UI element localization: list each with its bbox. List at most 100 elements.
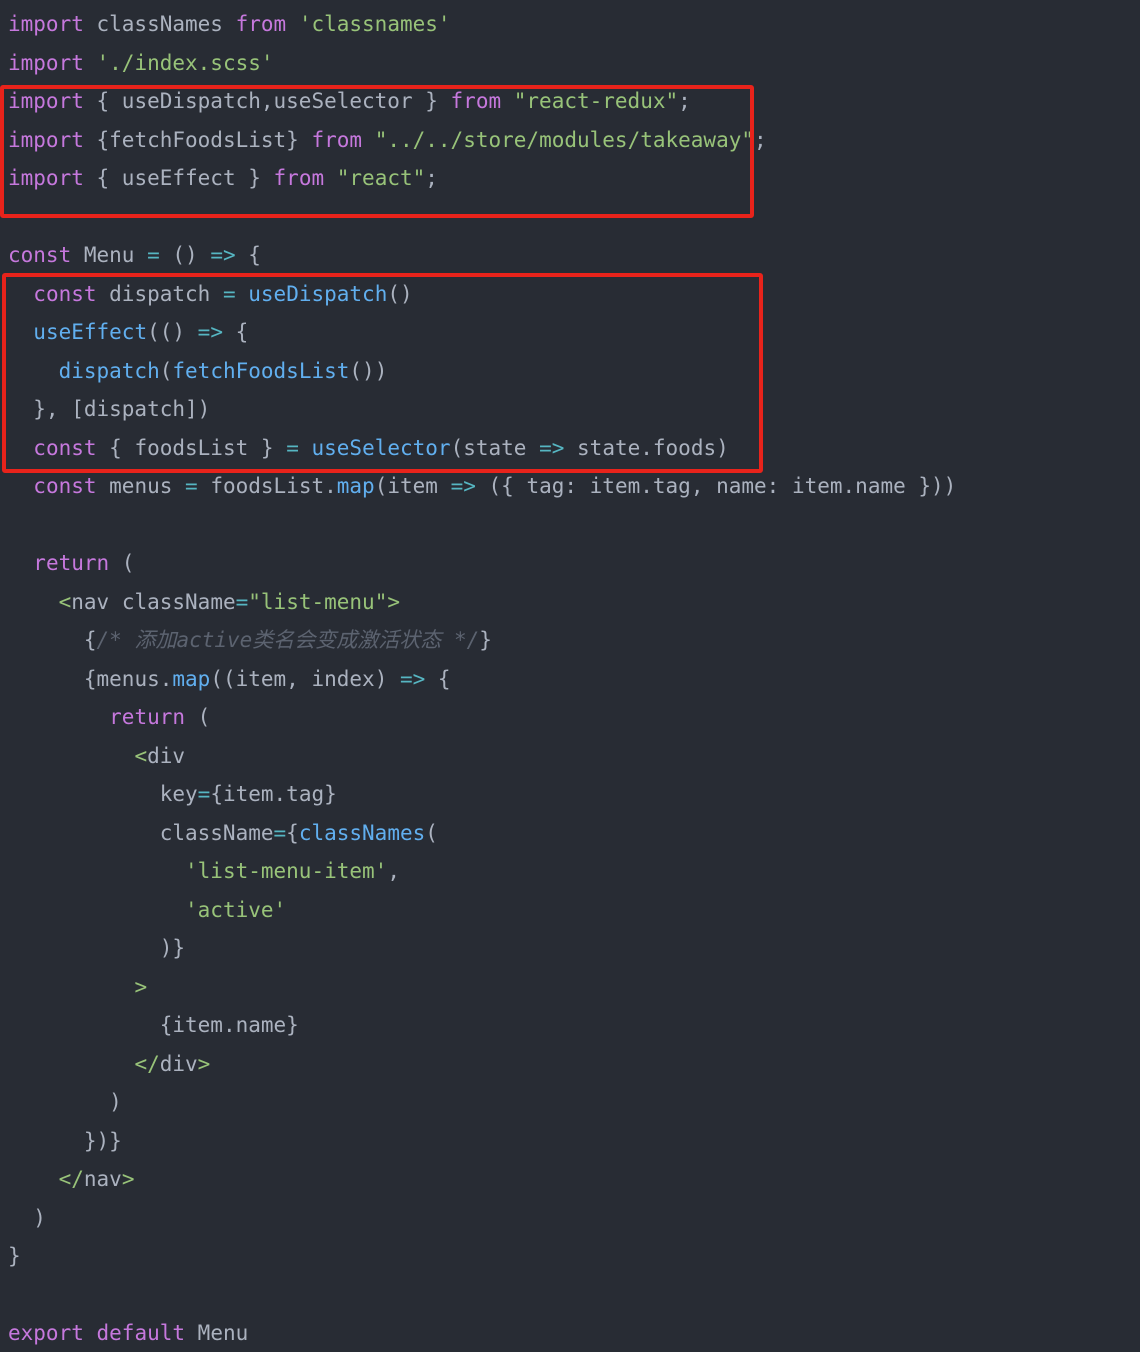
code-line: import {fetchFoodsList} from "../../stor…: [8, 121, 767, 159]
code-line: >: [8, 968, 147, 1006]
code-line: className={classNames(: [8, 814, 438, 852]
code-token: classNames: [83, 12, 236, 36]
code-token: import: [8, 50, 84, 75]
code-token: fetchFoodsList: [109, 127, 287, 152]
code-token: ;: [425, 166, 438, 190]
code-token: }: [8, 1244, 21, 1268]
code-token: const: [33, 435, 97, 460]
code-line: const { foodsList } = useSelector(state …: [8, 429, 728, 467]
code-token: {: [96, 435, 135, 460]
code-token: './index.scss': [96, 50, 274, 75]
code-token: (: [159, 358, 173, 383]
code-line: ): [8, 1083, 122, 1121]
code-token: Menu: [185, 1321, 249, 1345]
code-line: key={item.tag}: [8, 775, 337, 813]
code-token: ((): [147, 320, 198, 344]
code-token: from: [311, 127, 363, 152]
code-token: >: [121, 1167, 135, 1191]
code-token: "react": [336, 166, 426, 190]
code-token: }, [: [8, 397, 84, 421]
code-token: nav: [71, 589, 122, 614]
code-token: nav: [83, 1167, 122, 1191]
code-token: useEffect: [121, 166, 236, 190]
code-token: }: [286, 127, 312, 152]
code-token: =>: [450, 474, 476, 498]
code-token: {: [83, 89, 122, 113]
code-token: from: [273, 166, 325, 190]
code-token: )}: [8, 936, 186, 960]
code-token: <: [134, 743, 148, 768]
code-line: return (: [8, 544, 134, 582]
code-token: {: [222, 320, 249, 344]
code-line: }: [8, 1237, 21, 1275]
code-token: =>: [539, 435, 565, 460]
code-token: ({: [475, 474, 527, 498]
code-token: </: [58, 1167, 84, 1191]
code-token: const: [33, 474, 97, 498]
code-token: 'classnames': [298, 12, 451, 36]
code-token: item: [387, 474, 451, 498]
code-token: (): [387, 281, 413, 306]
code-token: </: [134, 1051, 160, 1076]
code-token: div: [159, 1051, 198, 1076]
code-token: (: [185, 705, 211, 729]
code-token: className: [159, 820, 274, 845]
code-token: default: [96, 1321, 186, 1345]
code-token: ,: [387, 859, 400, 883]
code-token: useSelector: [311, 435, 451, 460]
code-token: <: [58, 589, 72, 614]
code-line: 'active': [8, 891, 286, 929]
code-line: const menus = foodsList.map(item => ({ t…: [8, 467, 956, 505]
code-token: (: [450, 435, 464, 460]
code-token: ): [374, 666, 400, 691]
code-token: }: [248, 435, 287, 460]
code-line: import { useEffect } from "react";: [8, 159, 438, 197]
code-token: key: [159, 782, 198, 806]
code-line: )}: [8, 929, 185, 967]
code-comment: /* 添加active类名会变成激活状态 */: [96, 628, 480, 652]
code-token: import: [8, 127, 84, 152]
code-token: {: [286, 820, 299, 845]
code-line: {item.name}: [8, 1006, 299, 1044]
code-token: menus: [96, 474, 186, 498]
code-token: dispatch: [58, 358, 160, 383]
code-line: dispatch(fetchFoodsList()): [8, 352, 388, 390]
code-token: classNames: [298, 820, 426, 845]
code-token: 'list-menu-item': [185, 859, 388, 883]
code-token: {: [235, 243, 261, 267]
code-token: =: [222, 281, 236, 306]
code-line: {menus.map((item, index) => {: [8, 660, 451, 698]
code-token: const: [33, 281, 97, 306]
code-token: >: [387, 589, 400, 614]
code-token: menus.: [96, 666, 173, 691]
code-line: })}: [8, 1122, 122, 1160]
code-editor[interactable]: import classNames from 'classnames' impor…: [0, 0, 1140, 1352]
code-token: item.name: [172, 1013, 287, 1037]
code-token: ()): [349, 358, 388, 383]
code-token: ): [8, 1205, 46, 1230]
code-token: {: [425, 666, 451, 691]
code-token: {: [83, 628, 97, 652]
code-token: =>: [210, 243, 236, 267]
code-token: 'active': [185, 897, 287, 922]
code-token: map: [172, 666, 211, 691]
code-token: }: [235, 166, 274, 190]
code-token: from: [235, 12, 287, 36]
code-line: 'list-menu-item',: [8, 852, 400, 890]
code-token: }: [412, 89, 451, 113]
code-token: state.foods: [564, 435, 717, 460]
code-token: ;: [678, 89, 691, 113]
